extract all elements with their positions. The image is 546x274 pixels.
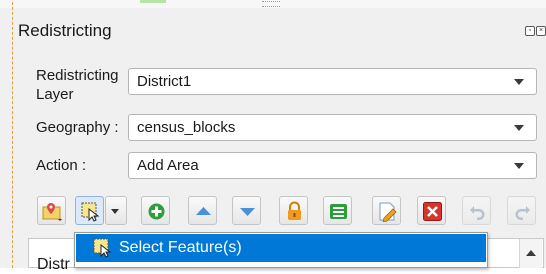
geography-label: Geography : bbox=[36, 119, 119, 136]
redo-button[interactable] bbox=[507, 196, 536, 225]
add-district-icon bbox=[148, 203, 165, 220]
select-feature-icon bbox=[93, 238, 112, 258]
list-scrollbar[interactable] bbox=[519, 239, 542, 268]
chevron-down-icon bbox=[514, 163, 524, 169]
delete-icon bbox=[423, 202, 442, 221]
layer-value: District1 bbox=[137, 73, 192, 90]
float-panel-icon[interactable]: ▫ bbox=[525, 26, 535, 36]
layer-label: Redistricting Layer bbox=[36, 66, 119, 104]
select-feature-button[interactable] bbox=[75, 196, 104, 225]
undo-button[interactable] bbox=[462, 196, 491, 225]
chevron-down-icon bbox=[514, 79, 524, 85]
delete-button[interactable] bbox=[417, 196, 446, 225]
menu-item-label: Select Feature(s) bbox=[119, 239, 242, 256]
redistricting-dock-panel: Redistricting ▫ × Redistricting Layer Di… bbox=[0, 0, 546, 273]
select-tool-menu: Select Feature(s) bbox=[74, 232, 488, 268]
move-up-icon bbox=[196, 207, 211, 215]
dock-left-border bbox=[12, 2, 14, 268]
attribute-table-icon bbox=[330, 204, 347, 219]
lock-icon bbox=[288, 201, 301, 220]
district-column-header: Distr bbox=[37, 256, 70, 273]
zoom-to-district-button[interactable] bbox=[37, 196, 66, 225]
redo-icon bbox=[515, 206, 530, 220]
close-panel-icon[interactable]: × bbox=[536, 26, 546, 36]
geography-combobox[interactable]: census_blocks bbox=[128, 114, 537, 141]
select-feature-tool-icon bbox=[81, 202, 100, 222]
edit-icon bbox=[379, 202, 397, 222]
geography-value: census_blocks bbox=[137, 119, 236, 136]
menu-item-select-features[interactable]: Select Feature(s) bbox=[76, 234, 486, 262]
chevron-down-icon bbox=[514, 125, 524, 131]
top-accent-tab bbox=[140, 0, 166, 3]
layer-label-line2: Layer bbox=[36, 86, 74, 103]
move-up-button[interactable] bbox=[188, 196, 217, 225]
dock-drag-grip[interactable] bbox=[262, 1, 280, 7]
action-value: Add Area bbox=[137, 157, 199, 174]
panel-title: Redistricting bbox=[18, 21, 112, 40]
move-down-button[interactable] bbox=[232, 196, 261, 225]
add-district-button[interactable] bbox=[141, 196, 170, 225]
zoom-to-district-icon bbox=[42, 203, 62, 221]
lock-button[interactable] bbox=[279, 196, 308, 225]
layer-label-line1: Redistricting bbox=[36, 67, 119, 84]
action-combobox[interactable]: Add Area bbox=[128, 152, 537, 179]
dropdown-arrow-icon bbox=[111, 209, 119, 214]
scroll-up-icon[interactable] bbox=[526, 250, 536, 256]
attribute-table-button[interactable] bbox=[323, 196, 352, 225]
select-tool-dropdown[interactable] bbox=[105, 196, 127, 225]
action-label: Action : bbox=[36, 157, 87, 174]
dock-title-buttons: ▫ × bbox=[525, 26, 546, 36]
undo-icon bbox=[470, 206, 485, 220]
layer-combobox[interactable]: District1 bbox=[128, 68, 537, 95]
move-down-icon bbox=[240, 208, 255, 216]
edit-button[interactable] bbox=[372, 196, 401, 225]
